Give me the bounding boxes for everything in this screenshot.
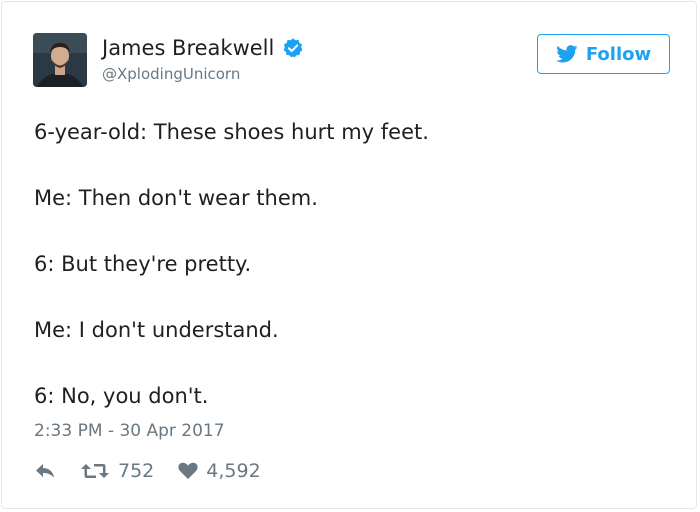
tweet-line: Me: Then don't wear them. <box>34 186 318 210</box>
like-button[interactable]: 4,592 <box>178 459 261 483</box>
follow-button-label: Follow <box>585 43 652 65</box>
tweet-timestamp[interactable]: 2:33 PM - 30 Apr 2017 <box>34 420 225 442</box>
tweet-line: 6-year-old: These shoes hurt my feet. <box>34 120 429 144</box>
retweet-icon <box>81 464 109 478</box>
tweet-line: 6: But they're pretty. <box>34 252 252 276</box>
reply-icon <box>36 464 54 478</box>
author-handle[interactable]: @XplodingUnicorn <box>102 64 240 84</box>
retweet-count: 752 <box>118 460 155 482</box>
author-name-row: James Breakwell <box>102 35 304 61</box>
follow-button[interactable]: Follow <box>537 34 670 74</box>
person-photo-avatar <box>33 33 87 87</box>
tweet-line: 6: No, you don't. <box>34 384 209 408</box>
author-display-name[interactable]: James Breakwell <box>102 35 274 61</box>
like-count: 4,592 <box>206 460 261 482</box>
reply-button[interactable] <box>34 462 56 480</box>
retweet-button[interactable]: 752 <box>80 459 154 483</box>
tweet-text: 6-year-old: These shoes hurt my feet. Me… <box>34 118 674 410</box>
heart-icon <box>178 462 198 479</box>
tweet-actions: 752 4,592 <box>34 458 261 484</box>
tweet-line: Me: I don't understand. <box>34 318 279 342</box>
twitter-bird-icon <box>556 45 578 63</box>
avatar[interactable] <box>33 33 87 87</box>
tweet-card: James Breakwell @XplodingUnicorn Follow … <box>1 1 697 509</box>
verified-badge-icon <box>282 37 304 59</box>
